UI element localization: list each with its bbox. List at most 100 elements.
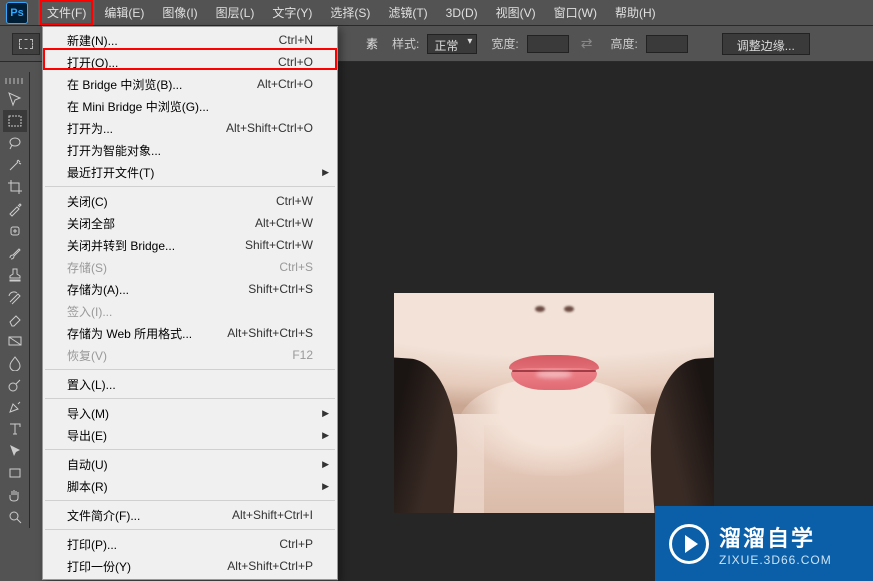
menu-item-1[interactable]: 打开(O)... Ctrl+O [43,51,337,73]
menu-item-label: 在 Mini Bridge 中浏览(G)... [67,98,209,115]
menu-item-label: 文件简介(F)... [67,507,140,524]
menu-item-9[interactable]: 关闭全部Alt+Ctrl+W [43,212,337,234]
menu-item-label: 存储(S) [67,259,107,276]
brush-tool[interactable] [3,242,27,264]
menu-select[interactable]: 选择(S) [321,0,379,25]
menu-item-shortcut: Alt+Ctrl+O [257,77,313,91]
dodge-tool[interactable] [3,374,27,396]
zoom-tool[interactable] [3,506,27,528]
menu-item-23[interactable]: 脚本(R) [43,475,337,497]
healing-brush-tool[interactable] [3,220,27,242]
menu-3d[interactable]: 3D(D) [437,2,487,24]
menu-window[interactable]: 窗口(W) [545,0,606,25]
move-tool[interactable] [3,88,27,110]
menu-item-shortcut: Ctrl+P [279,537,313,551]
menu-item-label: 导出(E) [67,427,107,444]
menu-item-shortcut: F12 [292,348,313,362]
stamp-tool[interactable] [3,264,27,286]
menu-item-20[interactable]: 导出(E) [43,424,337,446]
menu-item-label: 恢复(V) [67,347,107,364]
menu-item-shortcut: Ctrl+S [279,260,313,274]
refine-edge-button[interactable]: 调整边缘... [722,33,810,55]
menu-item-label: 打开为智能对象... [67,142,161,159]
document-image[interactable] [394,293,714,513]
marquee-tool[interactable] [3,110,27,132]
menu-item-14[interactable]: 存储为 Web 所用格式... Alt+Shift+Ctrl+S [43,322,337,344]
menu-item-shortcut: Ctrl+N [279,33,313,47]
menu-item-label: 存储为 Web 所用格式... [67,325,192,342]
hand-tool[interactable] [3,484,27,506]
gradient-tool[interactable] [3,330,27,352]
menu-item-3[interactable]: 在 Mini Bridge 中浏览(G)... [43,95,337,117]
menu-item-13: 签入(I)... [43,300,337,322]
menu-item-shortcut: Ctrl+O [278,55,313,69]
menu-item-22[interactable]: 自动(U) [43,453,337,475]
menu-item-label: 打印一份(Y) [67,558,131,575]
menubar: Ps 文件(F) 编辑(E) 图像(I) 图层(L) 文字(Y) 选择(S) 滤… [0,0,873,26]
menu-item-25[interactable]: 文件简介(F)... Alt+Shift+Ctrl+I [43,504,337,526]
menu-item-28[interactable]: 打印一份(Y)Alt+Shift+Ctrl+P [43,555,337,577]
menu-item-4[interactable]: 打开为...Alt+Shift+Ctrl+O [43,117,337,139]
menu-item-5[interactable]: 打开为智能对象... [43,139,337,161]
menu-separator [45,186,335,187]
menu-item-0[interactable]: 新建(N)... Ctrl+N [43,29,337,51]
menu-file[interactable]: 文件(F) [38,0,95,25]
menu-item-2[interactable]: 在 Bridge 中浏览(B)... Alt+Ctrl+O [43,73,337,95]
height-field[interactable] [646,35,688,53]
menu-item-11: 存储(S) Ctrl+S [43,256,337,278]
swap-dimensions-icon[interactable]: ⇄ [577,35,597,52]
eraser-tool[interactable] [3,308,27,330]
menu-item-shortcut: Alt+Shift+Ctrl+I [232,508,313,522]
menu-item-shortcut: Shift+Ctrl+S [248,282,313,296]
menu-item-label: 关闭全部 [67,215,115,232]
pen-tool[interactable] [3,396,27,418]
menu-edit[interactable]: 编辑(E) [95,0,153,25]
menu-item-label: 新建(N)... [67,32,118,49]
menu-separator [45,500,335,501]
eyedropper-tool[interactable] [3,198,27,220]
ps-logo-icon: Ps [6,2,28,24]
menu-item-label: 打开(O)... [67,54,118,71]
height-label: 高度: [610,35,637,52]
menu-item-10[interactable]: 关闭并转到 Bridge...Shift+Ctrl+W [43,234,337,256]
menu-separator [45,398,335,399]
menu-image[interactable]: 图像(I) [153,0,206,25]
menu-type[interactable]: 文字(Y) [263,0,321,25]
menu-item-label: 导入(M) [67,405,109,422]
magic-wand-tool[interactable] [3,154,27,176]
menu-item-19[interactable]: 导入(M) [43,402,337,424]
menu-item-label: 最近打开文件(T) [67,164,154,181]
toolbar-grip-icon[interactable] [5,78,25,84]
menu-item-27[interactable]: 打印(P)...Ctrl+P [43,533,337,555]
blur-tool[interactable] [3,352,27,374]
menu-help[interactable]: 帮助(H) [606,0,665,25]
toolbar [0,72,30,528]
tool-preset-icon[interactable] [12,33,40,55]
menu-item-shortcut: Alt+Shift+Ctrl+S [227,326,313,340]
menu-item-label: 打开为... [67,120,113,137]
play-icon [669,524,709,564]
menu-item-label: 置入(L)... [67,376,116,393]
style-select[interactable]: 正常 [427,34,477,54]
rectangle-shape-tool[interactable] [3,462,27,484]
menu-layer[interactable]: 图层(L) [207,0,264,25]
style-label: 样式: [392,35,419,52]
lasso-tool[interactable] [3,132,27,154]
menu-item-6[interactable]: 最近打开文件(T) [43,161,337,183]
menu-view[interactable]: 视图(V) [487,0,545,25]
menu-filter[interactable]: 滤镜(T) [379,0,436,25]
menu-separator [45,529,335,530]
menu-item-shortcut: Shift+Ctrl+W [245,238,313,252]
width-field[interactable] [527,35,569,53]
type-tool[interactable] [3,418,27,440]
menu-item-label: 在 Bridge 中浏览(B)... [67,76,182,93]
crop-tool[interactable] [3,176,27,198]
menu-item-8[interactable]: 关闭(C)Ctrl+W [43,190,337,212]
watermark-title: 溜溜自学 [719,521,832,553]
menu-item-12[interactable]: 存储为(A)...Shift+Ctrl+S [43,278,337,300]
menu-separator [45,449,335,450]
path-selection-tool[interactable] [3,440,27,462]
menu-item-17[interactable]: 置入(L)... [43,373,337,395]
watermark: 溜溜自学 ZIXUE.3D66.COM [655,506,873,581]
history-brush-tool[interactable] [3,286,27,308]
